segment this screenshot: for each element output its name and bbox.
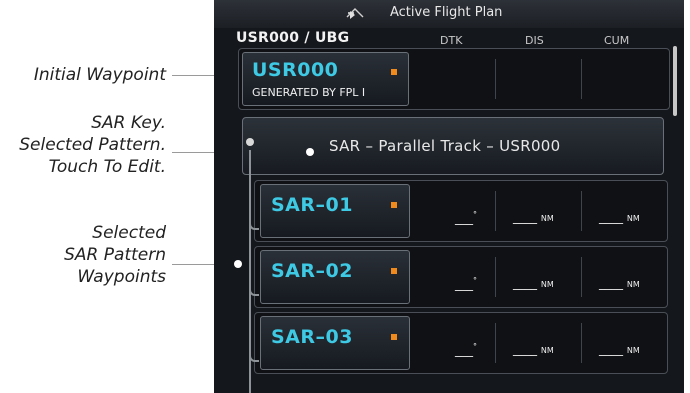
sar-waypoint-row: SAR–01 ___° ____ NM ____ NM xyxy=(254,180,668,242)
initial-waypoint-button[interactable]: USR000 GENERATED BY FPL I xyxy=(242,52,409,106)
dtk-value: ___° xyxy=(455,342,477,357)
waypoint-subtitle: GENERATED BY FPL I xyxy=(252,86,366,99)
cum-value: ____ NM xyxy=(599,210,640,224)
column-divider xyxy=(495,323,496,363)
sar-waypoint-button-1[interactable]: SAR–01 xyxy=(260,184,410,238)
waypoint-marker-icon xyxy=(391,268,397,274)
dis-value: ____ NM xyxy=(513,342,554,356)
initial-waypoint-row: USR000 GENERATED BY FPL I xyxy=(238,48,670,110)
cum-value: ____ NM xyxy=(599,342,640,356)
waypoint-marker-icon xyxy=(391,334,397,340)
waypoint-name: SAR–03 xyxy=(271,326,353,348)
sar-waypoints-callout-dot xyxy=(234,260,242,268)
sar-waypoint-row: SAR–02 ___° ____ NM ____ NM xyxy=(254,246,668,308)
route-label: USR000 / UBG xyxy=(236,30,350,46)
sar-bracket-tick xyxy=(249,268,259,296)
waypoint-marker-icon xyxy=(391,202,397,208)
scrollbar[interactable] xyxy=(673,46,677,116)
dis-value: ____ NM xyxy=(513,276,554,290)
column-header-cum: CUM xyxy=(604,34,630,47)
flight-plan-screen: Active Flight Plan USR000 / UBG DTK DIS … xyxy=(214,0,684,393)
waypoint-name: SAR–01 xyxy=(271,194,353,216)
cum-value: ____ NM xyxy=(599,276,640,290)
sar-waypoint-button-2[interactable]: SAR–02 xyxy=(260,250,410,304)
waypoint-marker-icon xyxy=(391,69,397,75)
callout-sar-waypoints: Selected SAR Pattern Waypoints xyxy=(64,223,166,287)
column-divider xyxy=(495,59,496,99)
waypoint-name: SAR–02 xyxy=(271,260,353,282)
column-divider xyxy=(581,59,582,99)
callout-initial-waypoint: Initial Waypoint xyxy=(33,65,166,85)
callout-sar-key: SAR Key. Selected Pattern. Touch To Edit… xyxy=(19,113,166,177)
column-header-dtk: DTK xyxy=(440,34,463,47)
column-divider xyxy=(581,257,582,297)
sar-bracket-tick xyxy=(249,334,259,362)
column-divider xyxy=(495,191,496,231)
column-header-dis: DIS xyxy=(525,34,544,47)
column-divider xyxy=(495,257,496,297)
dtk-value: ___° xyxy=(455,210,477,225)
flight-plan-icon xyxy=(346,8,364,19)
waypoint-name: USR000 xyxy=(252,59,339,81)
sar-pattern-label: SAR – Parallel Track – USR000 xyxy=(329,137,561,155)
title-bar: Active Flight Plan xyxy=(214,0,684,28)
column-divider xyxy=(581,323,582,363)
dis-value: ____ NM xyxy=(513,210,554,224)
sar-key-button[interactable]: SAR – Parallel Track – USR000 xyxy=(242,117,664,175)
sar-key-callout-dot xyxy=(306,148,314,156)
page-title: Active Flight Plan xyxy=(390,5,503,20)
column-divider xyxy=(581,191,582,231)
sar-key-dot xyxy=(246,138,254,146)
sar-waypoint-button-3[interactable]: SAR–03 xyxy=(260,316,410,370)
dtk-value: ___° xyxy=(455,276,477,291)
sar-waypoint-row: SAR–03 ___° ____ NM ____ NM xyxy=(254,312,668,374)
sar-bracket-tick xyxy=(249,202,259,230)
